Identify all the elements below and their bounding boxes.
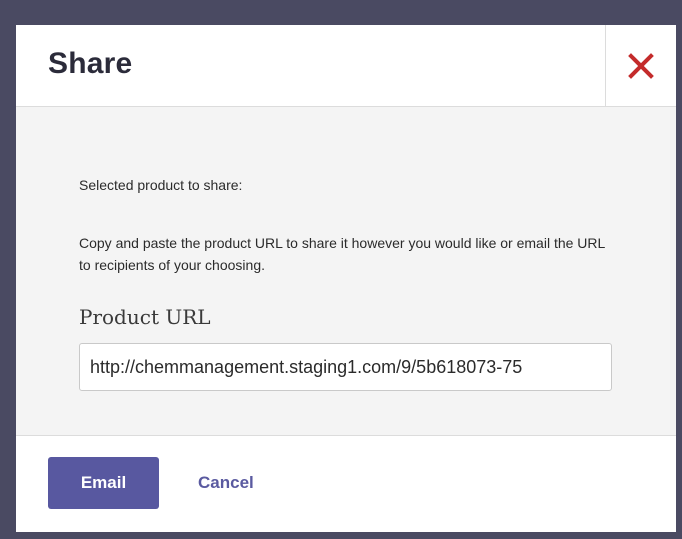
dialog-footer: Email Cancel [16,436,676,532]
dialog-body: Selected product to share: Copy and past… [16,107,676,436]
product-url-label: Product URL [79,305,211,329]
share-description: Copy and paste the product URL to share … [79,235,605,273]
product-url-input[interactable] [79,343,612,391]
email-button[interactable]: Email [48,457,159,509]
share-dialog: Share Selected product to share: Copy an… [16,25,676,532]
dialog-header: Share [16,25,676,107]
close-button[interactable] [605,25,676,106]
cancel-button[interactable]: Cancel [198,473,254,493]
selected-product-label: Selected product to share: [79,177,243,193]
dialog-title: Share [48,47,133,80]
close-icon [628,52,654,79]
